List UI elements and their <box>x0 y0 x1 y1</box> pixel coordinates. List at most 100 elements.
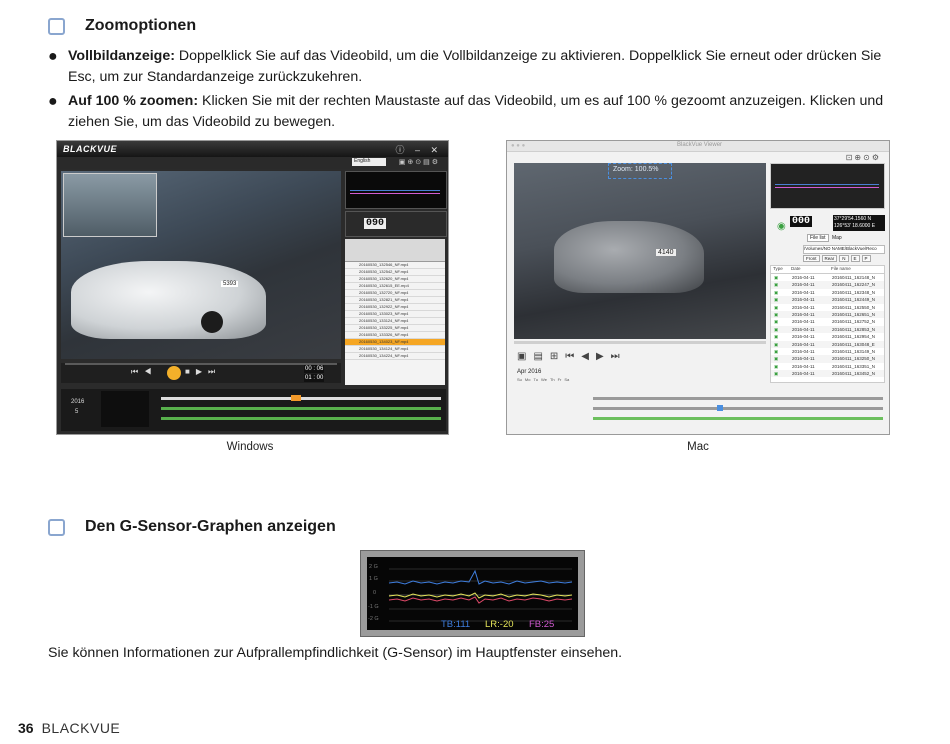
window-buttons[interactable]: ● ● ● <box>511 143 525 149</box>
file-date: 2016-04-11 <box>792 341 815 347</box>
bullet-icon: ● <box>48 93 58 110</box>
tick-label: 0 <box>373 590 377 596</box>
app-logo: BLACKVUE <box>63 144 118 154</box>
file-row[interactable]: ▣ 2016-04-11 20160411_162853_N <box>771 325 884 334</box>
file-type-icon: ▣ <box>774 275 779 280</box>
file-type-icon: ▣ <box>774 282 779 288</box>
transport-controls[interactable]: ■▶⏭ <box>185 367 221 377</box>
filter-button[interactable]: P <box>861 255 871 262</box>
tick-label: -2 G <box>368 616 379 622</box>
file-row[interactable]: ▣ 2016-04-11 20160411_162954_N <box>771 333 884 340</box>
timeline-track[interactable] <box>593 407 883 410</box>
file-type-icon: ▣ <box>774 371 779 377</box>
video-view[interactable]: Zoom: 100.5% 4140 <box>514 163 766 339</box>
file-name: 20160411_162348_N <box>832 289 875 295</box>
calendar-grid[interactable] <box>101 391 149 427</box>
file-row[interactable]: 20160530_134224_NF.mp4 <box>345 353 445 360</box>
tab-map[interactable]: Map <box>830 235 844 241</box>
bullet-list: ● Vollbildanzeige: Doppelklick Sie auf d… <box>48 46 908 136</box>
file-row[interactable]: ▣ 2016-04-11 20160411_163250_N <box>771 355 884 363</box>
filter-button[interactable]: N <box>839 255 849 262</box>
filter-button[interactable]: E <box>850 255 860 262</box>
timeline-track[interactable] <box>161 417 441 420</box>
timeline-marker[interactable] <box>717 405 723 411</box>
file-row[interactable]: ▣ 2016-04-11 20160411_163149_N <box>771 348 884 355</box>
footer-brand: BLACKVUE <box>41 720 121 736</box>
file-row[interactable]: ▣ 2016-04-11 20160411_163351_N <box>771 363 884 370</box>
file-row[interactable]: 20160530_132922_NF.mp4 <box>345 304 445 311</box>
bullet-fullscreen: ● Vollbildanzeige: Doppelklick Sie auf d… <box>48 46 908 88</box>
file-row[interactable]: 20160530_132546_NF.mp4 <box>345 262 445 269</box>
file-row[interactable]: 20160530_133326_NF.mp4 <box>345 332 445 339</box>
seek-bar[interactable] <box>514 341 766 344</box>
file-row[interactable]: 20160530_132620_NF.mp4 <box>345 276 445 283</box>
timeline-track[interactable] <box>593 397 883 400</box>
weekday-label: Th <box>549 377 555 382</box>
playback-controls[interactable]: ▣▤⊞⏮◀▶⏭ <box>517 351 627 362</box>
file-row[interactable]: 20160530_132821_NF.mp4 <box>345 297 445 304</box>
transport-controls[interactable]: ⏮◀ <box>131 367 157 377</box>
timeline-marker[interactable] <box>291 395 301 401</box>
bullet-text: Doppelklick Sie auf das Videobild, um di… <box>68 48 882 85</box>
file-row[interactable]: 20160530_133023_NF.mp4 <box>345 311 445 318</box>
file-type-icon: ▣ <box>774 326 779 332</box>
transport-bar: ⏮◀ ■▶⏭ 00 : 06 01 : 00 <box>61 363 341 383</box>
car-image <box>554 221 704 293</box>
file-type-icon: ▣ <box>774 334 779 340</box>
file-row[interactable]: ▣ 2016-04-11 20160411_162752_N <box>771 318 884 325</box>
gps-coords: 37°29'54.1560 N 126°53' 18.6000 E <box>833 215 885 231</box>
file-row[interactable]: 20160530_132542_NF.mp4 <box>345 269 445 276</box>
file-date: 2016-04-11 <box>792 275 815 280</box>
bullet-icon: ● <box>48 48 58 65</box>
section-title: Zoomoptionen <box>85 17 197 34</box>
timeline-track[interactable] <box>161 397 441 400</box>
language-select[interactable]: English <box>352 158 386 166</box>
checkbox-icon <box>48 518 65 536</box>
file-row[interactable]: ▣ 2016-04-11 20160411_162550_N <box>771 304 884 311</box>
file-row[interactable]: ▣ 2016-04-11 20160411_163048_E <box>771 340 884 348</box>
file-row[interactable]: ▣ 2016-04-11 20160411_162449_N <box>771 296 884 304</box>
rear-camera-pip[interactable] <box>63 173 157 237</box>
play-button[interactable] <box>167 366 181 380</box>
file-path-bar[interactable] <box>345 239 445 262</box>
longitude: 126°53' 18.6000 E <box>834 223 876 229</box>
file-row[interactable]: ▣ 2016-04-11 20160411_162348_N <box>771 289 884 296</box>
tick-label: 1 G <box>369 576 378 582</box>
calendar-grid[interactable]: Su Mo Tu We Th Fr Sa <box>517 377 577 427</box>
toolbar-icons[interactable]: ⊡⊕⊙⚙ <box>846 153 881 162</box>
path-field[interactable]: /Volumes/NO NAME/BlackVue/Reco <box>803 245 885 254</box>
tab-file-list[interactable]: File list <box>807 234 829 242</box>
window-controls[interactable]: ⓘ – ✕ <box>395 143 442 156</box>
file-date: 2016-04-11 <box>792 348 815 354</box>
file-rows: 20160530_132546_NF.mp4 20160530_132542_NF… <box>345 262 445 360</box>
file-row[interactable]: 20160530_134124_NF.mp4 <box>345 346 445 353</box>
file-row[interactable]: 20160530_133225_NF.mp4 <box>345 325 445 332</box>
file-row[interactable]: ▣ 2016-04-11 20160411_162247_N <box>771 281 884 289</box>
video-view[interactable]: 5393 <box>61 171 341 359</box>
file-row[interactable]: ▣ 2016-04-11 20160411_162148_N <box>771 274 884 281</box>
filter-button[interactable]: Rear <box>821 255 838 262</box>
file-row[interactable]: ▣ 2016-04-11 20160411_163452_N <box>771 370 884 378</box>
file-name: 20160411_162954_N <box>832 334 875 340</box>
file-row[interactable]: 20160530_132615_EE.mp4 <box>345 283 445 290</box>
file-row[interactable]: 20160530_134023_NF.mp4 <box>345 339 445 346</box>
file-row[interactable]: ▣ 2016-04-11 20160411_162651_N <box>771 310 884 319</box>
file-row[interactable]: 20160530_132720_NF.mp4 <box>345 290 445 297</box>
file-date: 2016-04-11 <box>792 289 815 295</box>
filter-button[interactable]: Front <box>803 255 820 262</box>
wifi-icon: ◉ <box>777 221 786 232</box>
file-list[interactable]: 20160530_132546_NF.mp4 20160530_132542_NF… <box>345 239 445 385</box>
file-row[interactable]: 20160530_133124_NF.mp4 <box>345 318 445 325</box>
speed-panel: 090 <box>345 211 447 237</box>
toolbar-icons[interactable]: ▣⊕⊙▤⚙ <box>399 158 440 166</box>
seek-bar[interactable] <box>65 363 337 365</box>
mac-title-bar: ● ● ● BlackVue Viewer <box>507 141 889 152</box>
speed-value: 000 <box>790 216 813 227</box>
weekday-label: Sa <box>564 377 570 382</box>
file-date: 2016-04-11 <box>792 326 815 332</box>
file-name: 20160411_163452_N <box>832 371 875 377</box>
timeline-track[interactable] <box>593 417 883 420</box>
file-list[interactable]: Type Date File name ▣ 2016-04-11 20160411_… <box>770 265 885 383</box>
timeline-track[interactable] <box>161 407 441 410</box>
file-type-icon: ▣ <box>774 348 779 354</box>
